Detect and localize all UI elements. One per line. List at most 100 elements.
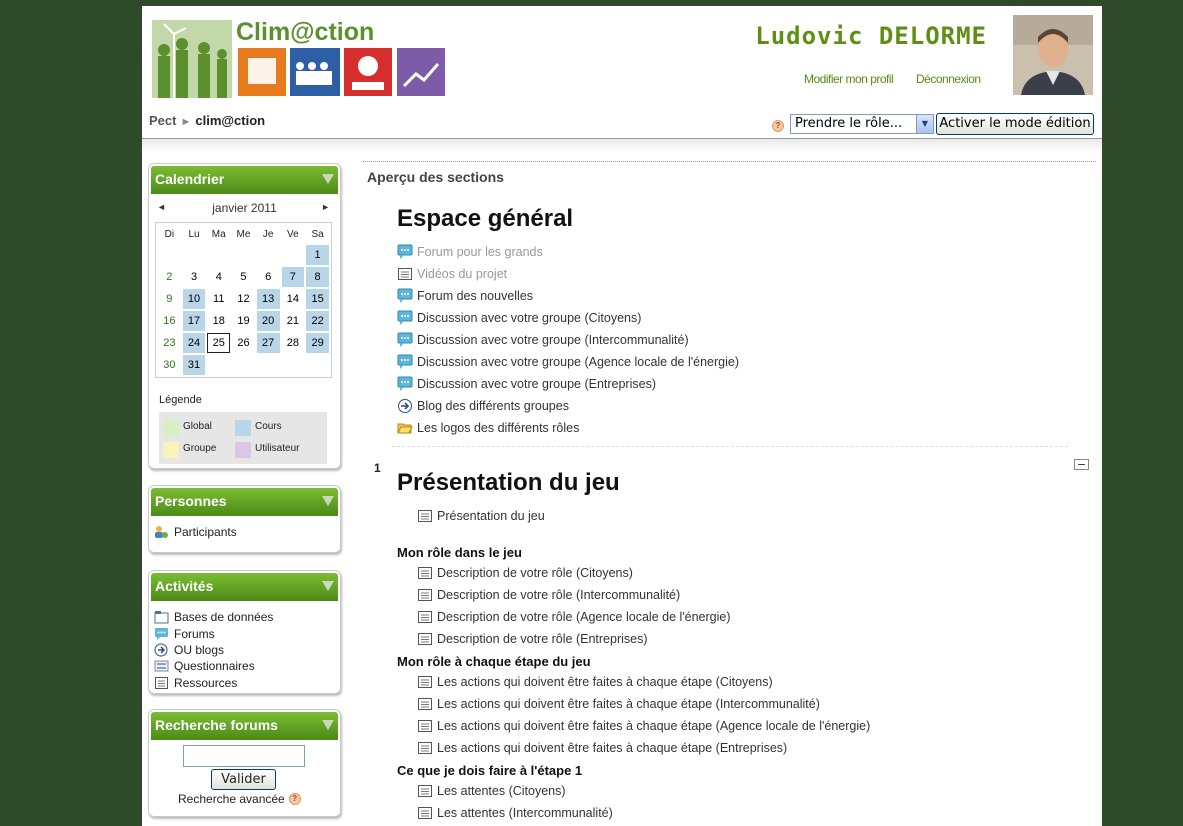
calendar-day[interactable]: 4 (207, 267, 230, 287)
collapse-triangle-icon[interactable] (322, 581, 334, 591)
resource-link[interactable]: Les actions qui doivent être faites à ch… (417, 672, 773, 692)
resource-link[interactable]: Les attentes (Citoyens) (417, 781, 566, 801)
calendar-day[interactable]: 29 (306, 333, 329, 353)
calendar-day[interactable]: 27 (256, 333, 280, 353)
climaction-logo[interactable]: Clim@ction (152, 14, 447, 98)
chevron-down-icon[interactable]: ▼ (916, 115, 933, 133)
resource-link[interactable]: Les actions qui doivent être faites à ch… (417, 716, 870, 736)
calendar-day[interactable]: 31 (182, 355, 206, 375)
resource-label: Description de votre rôle (Entreprises) (437, 632, 648, 646)
activity-link[interactable]: Blog des différents groupes (397, 396, 569, 416)
activity-blogs-link[interactable]: OU blogs (154, 642, 340, 658)
collapse-triangle-icon[interactable] (322, 496, 334, 506)
calendar-day[interactable]: 30 (158, 355, 181, 375)
people-block: Personnes Participants (148, 485, 341, 553)
calendar-day[interactable]: 11 (207, 289, 230, 309)
resource-label: Les attentes (Intercommunalité) (437, 806, 613, 820)
page-icon (418, 589, 432, 601)
resource-label: Description de votre rôle (Citoyens) (437, 566, 633, 580)
calendar-day[interactable]: 22 (306, 311, 329, 331)
calendar-day[interactable]: 21 (282, 311, 305, 331)
page-icon (418, 676, 432, 688)
activity-link[interactable]: Les logos des différents rôles (397, 418, 579, 438)
help-icon[interactable]: ? (772, 120, 784, 132)
calendar-day[interactable]: 7 (281, 267, 305, 287)
calendar-day[interactable]: 16 (158, 311, 181, 331)
calendar-day[interactable]: 9 (158, 289, 181, 309)
calendar-day[interactable]: 13 (256, 289, 280, 309)
calendar-empty-cell (183, 245, 206, 265)
folder-icon (397, 423, 413, 434)
calendar-empty-cell (232, 355, 255, 375)
activity-forums-link[interactable]: Forums (154, 625, 340, 641)
logout-link[interactable]: Déconnexion (916, 72, 981, 86)
activities-list: Bases de données Forums OU blogs Questio… (149, 603, 340, 697)
activity-link[interactable]: Discussion avec votre groupe (Agence loc… (397, 352, 739, 372)
activity-link[interactable]: Discussion avec votre groupe (Entreprise… (397, 374, 656, 394)
resource-link[interactable]: Les actions qui doivent être faites à ch… (417, 694, 820, 714)
people-block-header[interactable]: Personnes (151, 488, 338, 516)
activity-link[interactable]: Discussion avec votre groupe (Citoyens) (397, 308, 641, 328)
activities-block-header[interactable]: Activités (151, 573, 338, 601)
page-icon (418, 567, 432, 579)
calendar-day[interactable]: 8 (306, 267, 329, 287)
resource-link[interactable]: Les actions qui doivent être faites à ch… (417, 738, 787, 758)
calendar-month[interactable]: janvier 2011 (149, 201, 340, 215)
calendar-day[interactable]: 19 (232, 311, 255, 331)
activity-questionnaires-link[interactable]: Questionnaires (154, 658, 340, 674)
activity-databases-link[interactable]: Bases de données (154, 609, 340, 625)
resource-link[interactable]: Description de votre rôle (Entreprises) (417, 629, 648, 649)
calendar-day[interactable]: 15 (306, 289, 329, 309)
calendar-day[interactable]: 23 (158, 333, 181, 353)
edit-profile-link[interactable]: Modifier mon profil (804, 72, 894, 86)
calendar-day[interactable]: 28 (282, 333, 305, 353)
collapse-section-button[interactable] (1074, 459, 1089, 470)
calendar-empty-cell (257, 355, 280, 375)
calendar-day[interactable]: 12 (232, 289, 255, 309)
user-avatar[interactable] (1013, 15, 1093, 95)
activity-link[interactable]: Forum des nouvelles (397, 286, 533, 306)
collapse-triangle-icon[interactable] (322, 174, 334, 184)
legend-user[interactable]: Utilisateur (233, 440, 299, 458)
role-select[interactable]: Prendre le rôle... ▼ (790, 114, 934, 134)
resource-link[interactable]: Les attentes (Intercommunalité) (417, 803, 613, 823)
calendar-day[interactable]: 10 (182, 289, 206, 309)
help-icon[interactable]: ? (288, 793, 301, 805)
calendar-day[interactable]: 17 (182, 311, 206, 331)
legend-group[interactable]: Groupe (161, 440, 216, 458)
resource-link[interactable]: Description de votre rôle (Intercommunal… (417, 585, 680, 605)
calendar-day[interactable]: 20 (256, 311, 280, 331)
resource-link[interactable]: Description de votre rôle (Citoyens) (417, 563, 633, 583)
legend-global[interactable]: Global (161, 418, 212, 436)
calendar-day[interactable]: 3 (183, 267, 206, 287)
next-month-icon[interactable]: ► (321, 202, 330, 212)
activity-link[interactable]: Vidéos du projet (397, 264, 507, 284)
calendar-day[interactable]: 14 (282, 289, 305, 309)
people-block-title: Personnes (155, 493, 227, 509)
calendar-day[interactable]: 25 (207, 333, 231, 353)
participants-link[interactable]: Participants (154, 524, 340, 540)
calendar-day[interactable]: 6 (257, 267, 280, 287)
search-forums-block-header[interactable]: Recherche forums (151, 712, 338, 740)
calendar-day[interactable]: 18 (207, 311, 230, 331)
activity-resources-link[interactable]: Ressources (154, 675, 340, 691)
legend-course[interactable]: Cours (233, 418, 282, 436)
activity-link[interactable]: Forum pour les grands (397, 242, 543, 262)
resource-link[interactable]: Description de votre rôle (Agence locale… (417, 607, 731, 627)
collapse-triangle-icon[interactable] (322, 720, 334, 730)
calendar-day[interactable]: 26 (232, 333, 255, 353)
calendar-day[interactable]: 24 (182, 333, 206, 353)
calendar-day[interactable]: 2 (158, 267, 181, 287)
edit-mode-button[interactable]: Activer le mode édition (936, 113, 1094, 135)
resource-link[interactable]: Présentation du jeu (417, 506, 545, 526)
calendar-day[interactable]: 1 (306, 245, 329, 265)
search-forums-input[interactable] (183, 745, 305, 767)
calendar-block-header[interactable]: Calendrier (151, 166, 338, 194)
calendar-day[interactable]: 5 (232, 267, 255, 287)
activity-link[interactable]: Discussion avec votre groupe (Intercommu… (397, 330, 689, 350)
breadcrumb-root-link[interactable]: Pect (149, 113, 176, 128)
page-icon (418, 698, 432, 710)
breadcrumb-current: clim@ction (195, 113, 266, 128)
search-submit-button[interactable]: Valider (211, 769, 276, 790)
advanced-search-link[interactable]: Recherche avancée ? (178, 792, 301, 806)
